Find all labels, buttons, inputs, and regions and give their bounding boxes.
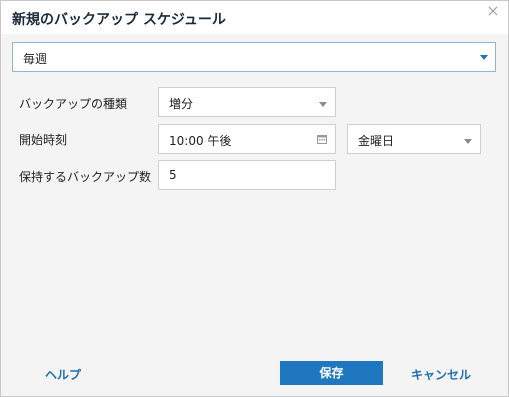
calendar-icon[interactable] bbox=[317, 134, 327, 144]
retain-count-value: 5 bbox=[169, 168, 177, 182]
cancel-button[interactable]: キャンセル bbox=[411, 366, 471, 383]
help-link[interactable]: ヘルプ bbox=[45, 366, 81, 383]
dialog-titlebar: 新規のバックアップ スケジュール bbox=[1, 1, 508, 34]
schedule-dialog: 新規のバックアップ スケジュール 毎週 バックアップの種類 増分 開始時刻 10… bbox=[0, 0, 509, 397]
frequency-value: 毎週 bbox=[23, 52, 48, 66]
backup-type-select[interactable]: 増分 bbox=[158, 87, 336, 117]
chevron-down-icon bbox=[464, 139, 472, 144]
close-icon[interactable] bbox=[486, 4, 500, 18]
backup-type-label: バックアップの種類 bbox=[19, 97, 128, 111]
chevron-down-icon bbox=[480, 55, 488, 60]
day-select[interactable]: 金曜日 bbox=[347, 124, 481, 154]
backup-type-value: 増分 bbox=[169, 97, 194, 111]
dialog-title: 新規のバックアップ スケジュール bbox=[12, 12, 226, 28]
start-time-value: 10:00 午後 bbox=[169, 134, 232, 148]
start-time-label: 開始時刻 bbox=[19, 133, 68, 147]
dialog-body bbox=[1, 34, 508, 356]
retain-count-input[interactable]: 5 bbox=[158, 160, 336, 190]
frequency-select[interactable]: 毎週 bbox=[12, 42, 496, 72]
retain-count-label: 保持するバックアップ数 bbox=[19, 170, 152, 184]
start-time-input[interactable]: 10:00 午後 bbox=[158, 124, 336, 154]
day-value: 金曜日 bbox=[358, 134, 395, 148]
save-button[interactable]: 保存 bbox=[280, 361, 383, 385]
chevron-down-icon bbox=[319, 102, 327, 107]
